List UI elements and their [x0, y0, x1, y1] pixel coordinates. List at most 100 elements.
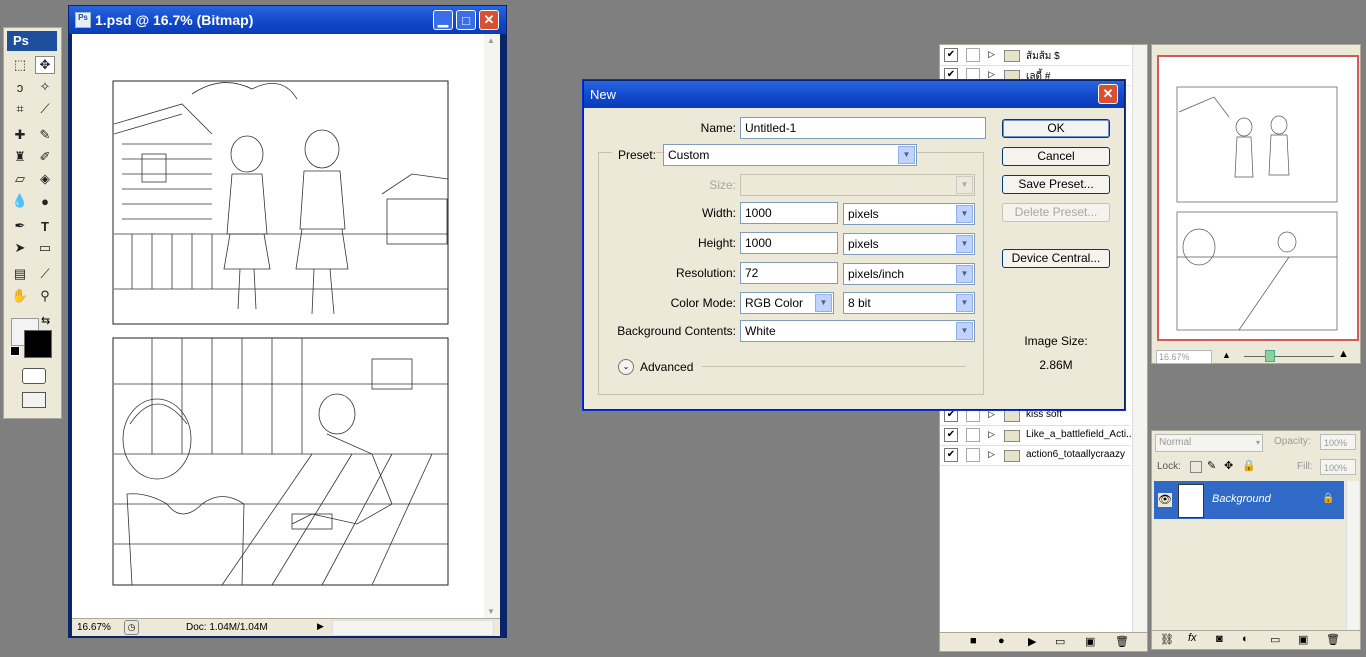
- trash-icon[interactable]: 🗑: [1115, 635, 1129, 648]
- eraser-tool-icon[interactable]: ▱: [10, 170, 30, 188]
- expand-arrow-icon[interactable]: ▷: [988, 69, 995, 80]
- color-mode-select[interactable]: RGB Color ▼: [740, 292, 834, 314]
- blend-mode-select[interactable]: Normal ▾: [1155, 434, 1263, 452]
- magic-wand-tool-icon[interactable]: ✧: [35, 78, 55, 96]
- new-set-icon[interactable]: ▭: [1055, 635, 1065, 648]
- type-tool-icon[interactable]: T: [35, 217, 55, 235]
- pen-tool-icon[interactable]: ✒: [10, 217, 30, 235]
- blur-tool-icon[interactable]: 💧: [10, 192, 30, 210]
- background-contents-select[interactable]: White ▼: [740, 320, 975, 342]
- eyedropper-tool-icon[interactable]: ⟋: [35, 265, 55, 283]
- bit-depth-select[interactable]: 8 bit ▼: [843, 292, 975, 314]
- navigator-zoom-field[interactable]: 16.67%: [1156, 350, 1212, 364]
- notes-tool-icon[interactable]: ▤: [10, 265, 30, 283]
- lock-paint-icon[interactable]: ✎: [1207, 459, 1216, 472]
- preset-select[interactable]: Custom ▼: [663, 144, 917, 166]
- foreground-color-swatch[interactable]: [24, 330, 52, 358]
- list-item[interactable]: ✔ ▷ Like_a_battlefield_Acti...: [940, 425, 1134, 446]
- visibility-check-icon[interactable]: ✔: [944, 408, 958, 422]
- marquee-tool-icon[interactable]: ⬚: [10, 56, 30, 74]
- zoom-level[interactable]: 16.67%: [77, 622, 111, 633]
- stop-icon[interactable]: ■: [970, 635, 977, 647]
- layer-row-background[interactable]: 👁 Background 🔒: [1154, 481, 1344, 519]
- expand-arrow-icon[interactable]: ▷: [988, 409, 995, 420]
- layer-mask-icon[interactable]: ◙: [1216, 633, 1223, 645]
- lock-transparency-icon[interactable]: [1190, 461, 1202, 473]
- visibility-check-icon[interactable]: ✔: [944, 448, 958, 462]
- name-field[interactable]: Untitled-1: [740, 117, 986, 139]
- visibility-check-icon[interactable]: ✔: [944, 428, 958, 442]
- new-layer-icon[interactable]: ▣: [1298, 633, 1308, 646]
- layer-name[interactable]: Background: [1212, 493, 1271, 505]
- rectangle-tool-icon[interactable]: ▭: [35, 239, 55, 257]
- path-selection-tool-icon[interactable]: ➤: [10, 239, 30, 257]
- zoom-in-icon[interactable]: ▲: [1338, 348, 1349, 360]
- canvas-vertical-scrollbar[interactable]: ▲ ▼: [484, 34, 500, 618]
- delete-layer-icon[interactable]: 🗑: [1326, 633, 1340, 646]
- screen-mode-icon[interactable]: [22, 392, 46, 408]
- advanced-label[interactable]: Advanced: [640, 360, 693, 374]
- advanced-expand-icon[interactable]: ⌄: [618, 359, 634, 375]
- device-central-button[interactable]: Device Central...: [1002, 249, 1110, 268]
- visibility-check-icon[interactable]: ✔: [944, 48, 958, 62]
- fill-field[interactable]: 100%: [1320, 459, 1356, 475]
- lock-all-icon[interactable]: 🔒: [1242, 459, 1256, 472]
- play-icon[interactable]: ▶: [1028, 635, 1036, 648]
- opacity-field[interactable]: 100%: [1320, 434, 1356, 450]
- close-button[interactable]: ✕: [479, 10, 499, 30]
- default-colors-icon[interactable]: [10, 346, 20, 356]
- expand-arrow-icon[interactable]: ▷: [988, 429, 995, 440]
- list-item[interactable]: ✔ ▷ ส้มส้ม $: [940, 45, 1130, 66]
- zoom-slider-track[interactable]: [1244, 356, 1334, 357]
- record-icon[interactable]: ●: [998, 635, 1005, 647]
- dialog-close-button[interactable]: ✕: [1098, 84, 1118, 104]
- width-field[interactable]: 1000: [740, 202, 838, 224]
- brush-tool-icon[interactable]: ✎: [35, 126, 55, 144]
- layers-panel-scrollbar[interactable]: [1346, 481, 1359, 631]
- adjustment-layer-icon[interactable]: ◐: [1242, 633, 1249, 645]
- save-preset-button[interactable]: Save Preset...: [1002, 175, 1110, 194]
- link-layers-icon[interactable]: ⛓: [1160, 633, 1174, 646]
- swap-colors-icon[interactable]: ⇆: [41, 314, 50, 327]
- eye-visibility-icon[interactable]: 👁: [1158, 493, 1172, 507]
- resolution-field[interactable]: 72: [740, 262, 838, 284]
- height-field[interactable]: 1000: [740, 232, 838, 254]
- maximize-button[interactable]: □: [456, 10, 476, 30]
- hand-tool-icon[interactable]: ✋: [10, 287, 30, 305]
- slice-tool-icon[interactable]: ⟋: [35, 100, 55, 118]
- new-item-icon[interactable]: ▣: [1085, 635, 1095, 648]
- lasso-tool-icon[interactable]: ↄ: [10, 78, 30, 96]
- status-info-icon[interactable]: ◷: [124, 620, 139, 635]
- zoom-tool-icon[interactable]: ⚲: [35, 287, 55, 305]
- scroll-up-icon[interactable]: ▲: [487, 36, 495, 45]
- history-brush-tool-icon[interactable]: ✐: [35, 148, 55, 166]
- quick-mask-icon[interactable]: [22, 368, 46, 384]
- new-group-icon[interactable]: ▭: [1270, 633, 1280, 646]
- ok-button[interactable]: OK: [1002, 119, 1110, 138]
- lock-position-icon[interactable]: ✥: [1224, 459, 1233, 472]
- zoom-out-icon[interactable]: ▲: [1222, 350, 1231, 360]
- dodge-tool-icon[interactable]: ●: [35, 192, 55, 210]
- list-item[interactable]: ✔ ▷ action6_totaallycraazy: [940, 445, 1130, 466]
- status-menu-arrow-icon[interactable]: ▶: [317, 621, 324, 632]
- paint-bucket-tool-icon[interactable]: ◈: [35, 170, 55, 188]
- crop-tool-icon[interactable]: ⌗: [10, 100, 30, 118]
- clone-stamp-tool-icon[interactable]: ♜: [10, 148, 30, 166]
- resolution-unit-select[interactable]: pixels/inch ▼: [843, 263, 975, 285]
- canvas-horizontal-scrollbar[interactable]: [332, 620, 494, 636]
- healing-brush-tool-icon[interactable]: ✚: [10, 126, 30, 144]
- navigator-thumbnail[interactable]: [1157, 55, 1359, 341]
- dialog-title-bar[interactable]: New ✕: [584, 81, 1124, 108]
- height-unit-select[interactable]: pixels ▼: [843, 233, 975, 255]
- zoom-slider-thumb[interactable]: [1265, 350, 1275, 362]
- layers-list-scrollbar[interactable]: [1132, 45, 1147, 633]
- move-tool-icon[interactable]: ✥: [35, 56, 55, 74]
- expand-arrow-icon[interactable]: ▷: [988, 49, 995, 60]
- cancel-button[interactable]: Cancel: [1002, 147, 1110, 166]
- document-canvas[interactable]: [72, 34, 500, 618]
- width-unit-select[interactable]: pixels ▼: [843, 203, 975, 225]
- minimize-button[interactable]: ▁: [433, 10, 453, 30]
- scroll-down-icon[interactable]: ▼: [487, 607, 495, 616]
- document-title-bar[interactable]: Ps 1.psd @ 16.7% (Bitmap) ▁ □ ✕: [69, 6, 506, 34]
- layer-style-icon[interactable]: fx: [1188, 632, 1197, 644]
